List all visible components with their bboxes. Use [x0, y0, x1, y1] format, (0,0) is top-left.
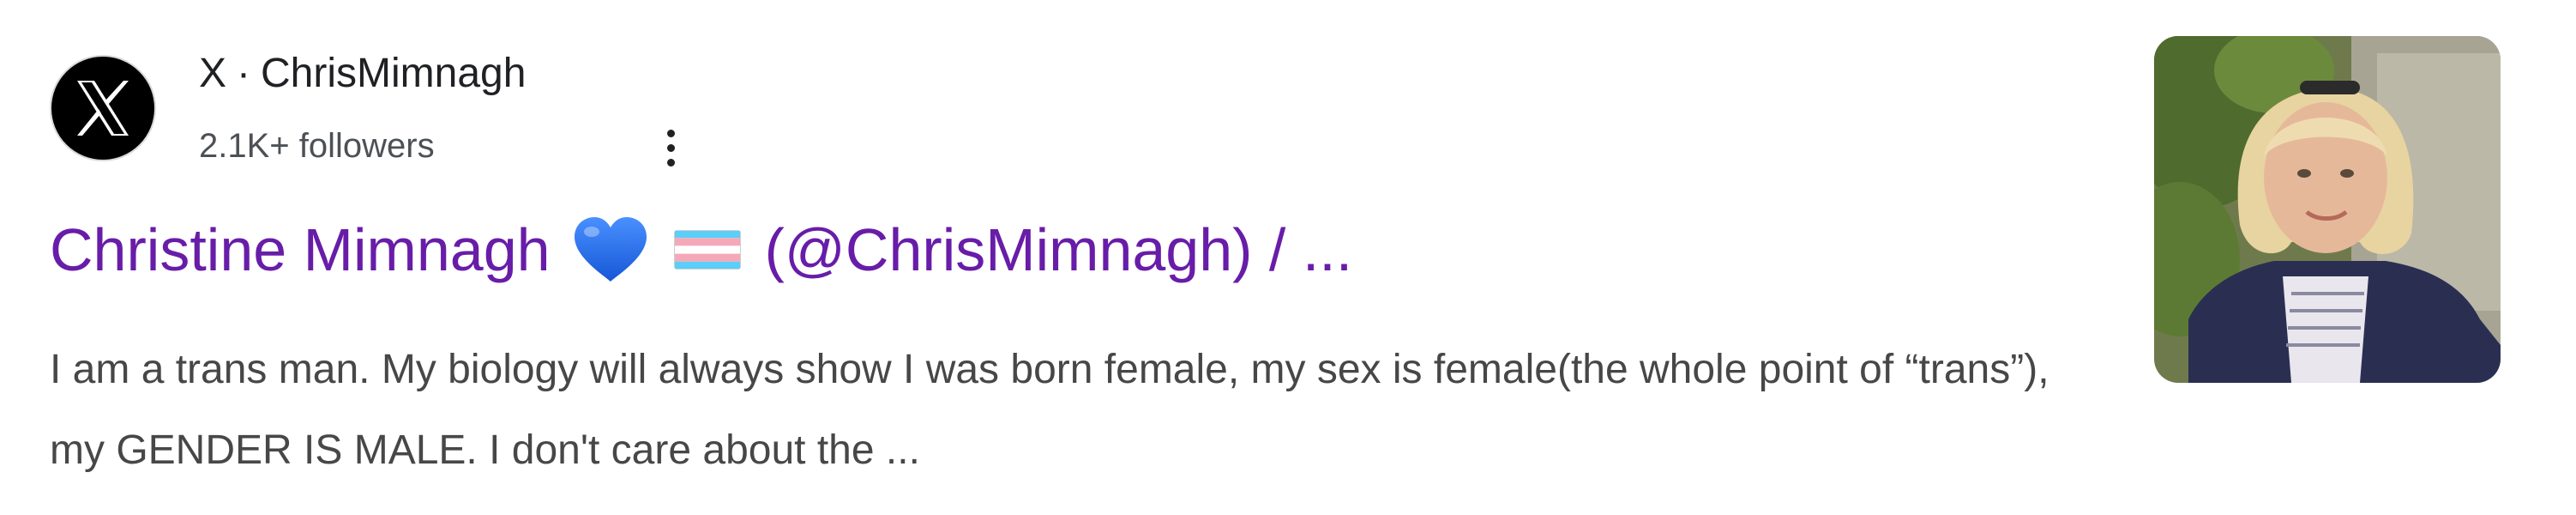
account-name: ChrisMimnagh — [261, 51, 527, 96]
x-logo-icon[interactable] — [50, 55, 156, 161]
search-result: X · ChrisMimnagh 2.1K+ followers Christine… — [0, 0, 2576, 515]
site-name: X — [199, 51, 227, 96]
profile-photo[interactable] — [2154, 36, 2501, 383]
result-title-handle: (@ChrisMimnagh) / ... — [764, 216, 1353, 283]
transgender-flag-icon — [673, 230, 741, 270]
site-source[interactable]: X · ChrisMimnagh — [199, 48, 526, 100]
result-snippet: I am a trans man. My biology will always… — [50, 347, 2049, 473]
result-title-name: Christine Mimnagh — [50, 216, 551, 283]
result-title-link[interactable]: Christine Mimnagh (@ChrisMimnagh) / ... — [50, 211, 1352, 288]
blue-heart-icon — [574, 217, 647, 282]
follower-count: 2.1K+ followers — [199, 127, 435, 165]
more-vert-icon[interactable] — [653, 120, 688, 175]
site-separator: · — [237, 51, 250, 96]
